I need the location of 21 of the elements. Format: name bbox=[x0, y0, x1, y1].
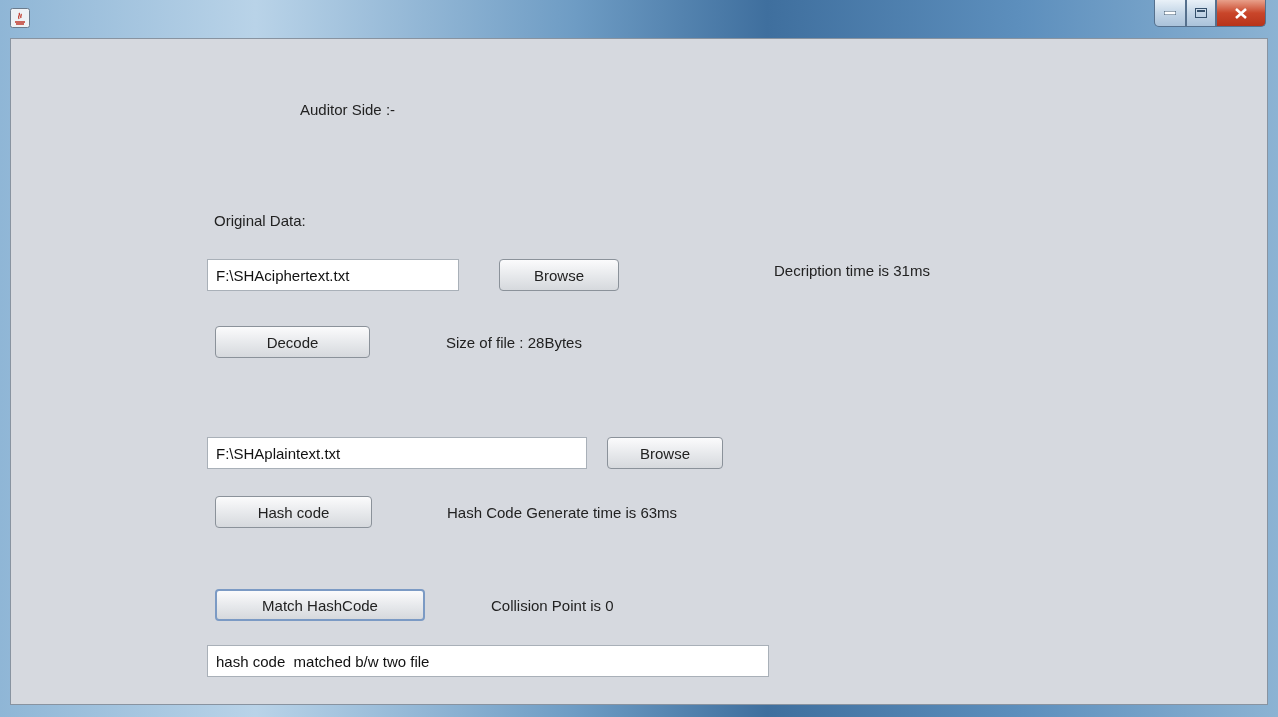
browse-button[interactable]: Browse bbox=[499, 259, 619, 291]
close-icon bbox=[1235, 7, 1247, 19]
result-field[interactable]: hash code matched b/w two file bbox=[207, 645, 769, 677]
action-button[interactable]: Decode bbox=[215, 326, 370, 358]
action-button[interactable]: Match HashCode bbox=[215, 589, 425, 621]
section-label: Original Data: bbox=[214, 212, 307, 229]
action-button[interactable]: Hash code bbox=[215, 496, 372, 528]
maximize-button[interactable] bbox=[1186, 0, 1216, 27]
minimize-icon bbox=[1164, 11, 1176, 15]
status-text: Collision Point is 0 bbox=[491, 596, 614, 614]
status-text: Hash Code Generate time is 63ms bbox=[447, 503, 678, 521]
file-path-field[interactable]: F:\SHAplaintext.txt bbox=[207, 437, 587, 469]
file-path-field[interactable]: F:\SHAciphertext.txt bbox=[207, 259, 459, 291]
close-button[interactable] bbox=[1216, 0, 1266, 27]
minimize-button[interactable] bbox=[1154, 0, 1186, 27]
java-app-icon bbox=[10, 8, 30, 28]
browse-button[interactable]: Browse bbox=[607, 437, 723, 469]
status-text: Decription time is 31ms bbox=[774, 261, 930, 279]
maximize-icon bbox=[1195, 8, 1207, 18]
status-text: Size of file : 28Bytes bbox=[446, 333, 582, 351]
heading-label: Auditor Side :- bbox=[300, 101, 397, 118]
